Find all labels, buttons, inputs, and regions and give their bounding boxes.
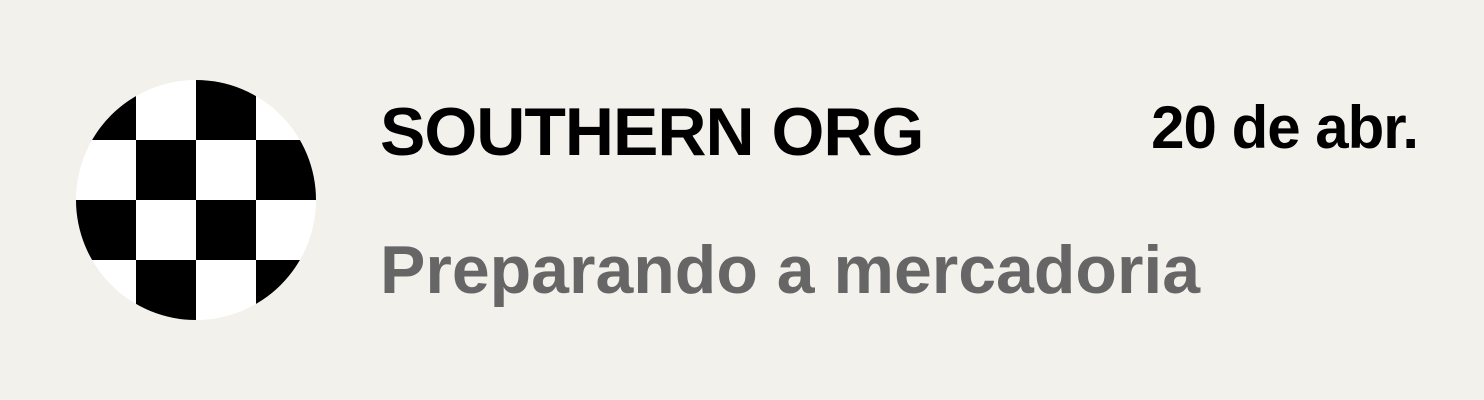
checker-square (76, 80, 136, 140)
sender-name: SOUTHERN ORG (380, 94, 924, 170)
checker-square (76, 200, 136, 260)
checker-square (136, 80, 196, 140)
checker-square (136, 140, 196, 200)
checker-square (76, 260, 136, 320)
checker-square (256, 200, 316, 260)
checker-square (196, 80, 256, 140)
notification-row[interactable]: SOUTHERN ORG 20 de abr. Preparando a mer… (0, 0, 1484, 400)
status-text: Preparando a mercadoria (380, 232, 1201, 308)
checker-square (196, 200, 256, 260)
checkered-flag-icon (76, 80, 316, 320)
checker-square (196, 260, 256, 320)
checker-square (256, 80, 316, 140)
checker-square (196, 140, 256, 200)
checker-square (136, 260, 196, 320)
checker-square (76, 140, 136, 200)
avatar (76, 80, 316, 320)
checker-square (136, 200, 196, 260)
notification-date: 20 de abr. (1151, 94, 1419, 161)
checker-square (256, 140, 316, 200)
checker-square (256, 260, 316, 320)
